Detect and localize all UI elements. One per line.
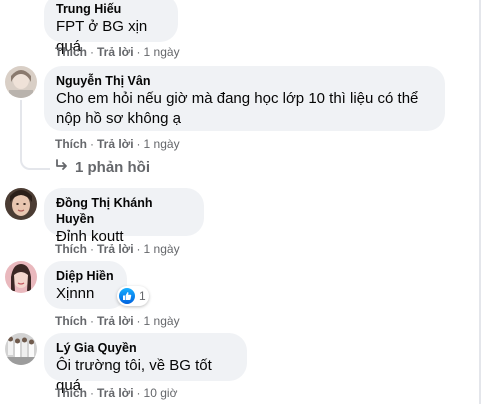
avatar[interactable] — [5, 188, 37, 220]
comment-bubble: Trung Hiếu FPT ở BG xịn quá — [44, 0, 178, 55]
reply-link[interactable]: Trả lời — [97, 45, 134, 59]
comment-bubble: Diệp Hiền Xịnnn — [44, 261, 127, 309]
like-reaction-icon — [119, 288, 135, 304]
comment-actions: Thích · Trả lời · 1 ngày — [55, 137, 180, 151]
comment-actions: Thích · Trả lời · 1 ngày — [55, 314, 180, 328]
comment-actions: Thích · Trả lời · 1 ngày — [55, 242, 180, 256]
reply-link[interactable]: Trả lời — [97, 386, 134, 400]
comment-bubble: Lý Gia Quyền Ôi trường tôi, về BG tốt qu… — [44, 333, 247, 394]
comment-author[interactable]: Nguyễn Thị Vân — [56, 73, 433, 89]
comment-bubble: Đồng Thị Khánh Huyền Đỉnh koutt — [44, 188, 204, 245]
comment-time[interactable]: 1 ngày — [144, 137, 180, 151]
avatar[interactable] — [5, 333, 37, 365]
view-replies-link[interactable]: 1 phản hồi — [55, 158, 150, 178]
like-link[interactable]: Thích — [55, 137, 87, 151]
reply-link[interactable]: Trả lời — [97, 242, 134, 256]
reply-link[interactable]: Trả lời — [97, 314, 134, 328]
comment-author[interactable]: Đồng Thị Khánh Huyền — [56, 195, 192, 227]
comment-text: Cho em hỏi nếu giờ mà đang học lớp 10 th… — [56, 90, 419, 107]
reply-arrow-icon — [55, 158, 69, 178]
comment-actions: Thích · Trả lời · 1 ngày — [55, 45, 180, 59]
thread-line — [20, 138, 50, 170]
comment-text: nộp hồ sơ không ạ — [56, 110, 181, 127]
comment-author[interactable]: Diệp Hiền — [56, 268, 115, 284]
like-link[interactable]: Thích — [55, 45, 87, 59]
avatar[interactable] — [5, 66, 37, 98]
comment-bubble: Nguyễn Thị Vân Cho em hỏi nếu giờ mà đan… — [44, 66, 445, 131]
like-link[interactable]: Thích — [55, 242, 87, 256]
comment-actions: Thích · Trả lời · 10 giờ — [55, 386, 178, 400]
comment-text: Xịnnn — [56, 285, 95, 302]
like-link[interactable]: Thích — [55, 314, 87, 328]
like-link[interactable]: Thích — [55, 386, 87, 400]
comment-time[interactable]: 1 ngày — [144, 45, 180, 59]
comment-time[interactable]: 10 giờ — [144, 386, 178, 400]
avatar[interactable] — [5, 261, 37, 293]
reaction-count: 1 — [139, 289, 146, 303]
comment-author[interactable]: Lý Gia Quyền — [56, 340, 235, 356]
replies-count: 1 phản hồi — [75, 159, 150, 176]
thread-line — [20, 100, 22, 138]
reply-link[interactable]: Trả lời — [97, 137, 134, 151]
comment-time[interactable]: 1 ngày — [144, 242, 180, 256]
comment-time[interactable]: 1 ngày — [144, 314, 180, 328]
reaction-summary[interactable]: 1 — [117, 286, 149, 306]
comment-author[interactable]: Trung Hiếu — [56, 1, 166, 17]
